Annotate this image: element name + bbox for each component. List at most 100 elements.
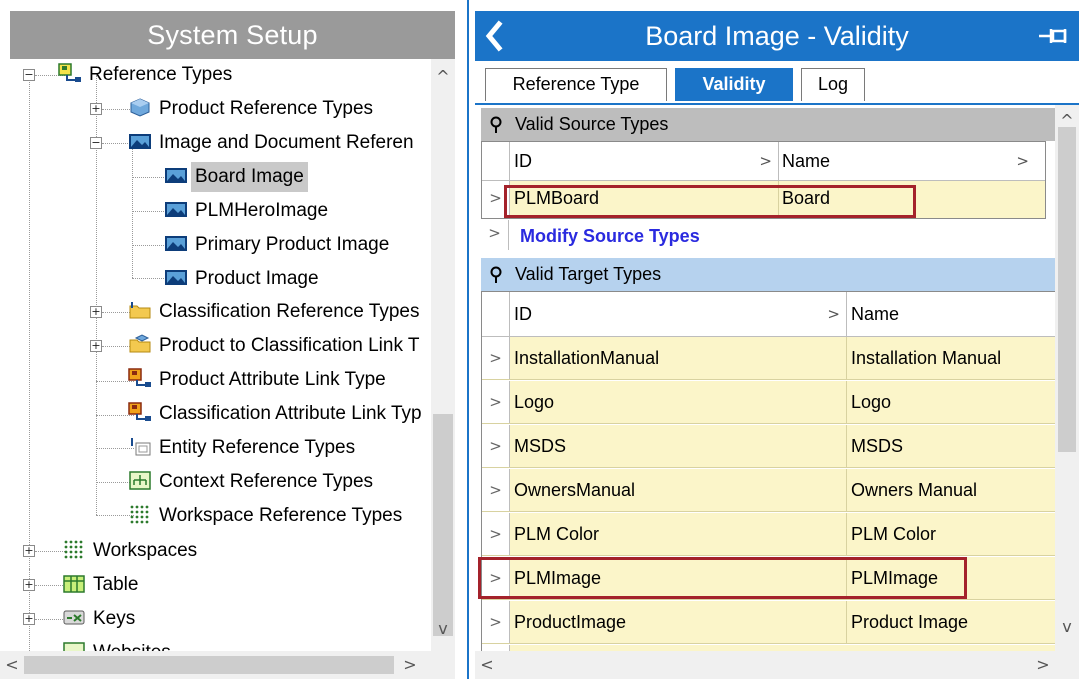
valid-source-types-header[interactable]: Valid Source Types (481, 108, 1055, 141)
row-expand-icon[interactable]: > (482, 337, 510, 379)
table-row[interactable]: > PLM Color PLM Color (482, 513, 1055, 556)
tree-item-workspaces[interactable]: Workspaces (62, 535, 201, 567)
table-row[interactable]: > OwnersManual Owners Manual (482, 469, 1055, 512)
column-header-id[interactable]: ID > (514, 142, 779, 181)
content-horizontal-scrollbar[interactable]: < > (475, 651, 1079, 679)
valid-target-types-header[interactable]: Valid Target Types (481, 258, 1055, 291)
tree-vertical-scrollbar[interactable]: ^ v (431, 59, 455, 651)
cell-id: PLM Color (514, 513, 847, 555)
tree-item-reference-types[interactable]: Reference Types (58, 59, 236, 91)
expand-workspaces-button[interactable]: + (23, 545, 35, 557)
row-expand-icon[interactable]: > (482, 513, 510, 555)
product-cube-icon (130, 98, 150, 117)
tree-item-product-attribute-link-type[interactable]: Product Attribute Link Type (128, 364, 390, 396)
scroll-right-icon[interactable]: > (398, 655, 422, 675)
cell-id: OwnersManual (514, 469, 847, 511)
collapse-reference-types-button[interactable]: − (23, 69, 35, 81)
cell-id: Logo (514, 381, 847, 423)
scroll-left-icon[interactable]: < (0, 655, 24, 675)
row-selector (482, 142, 510, 180)
scrollbar-thumb[interactable] (24, 656, 394, 674)
cell-name: Logo (851, 392, 892, 412)
tree-item-label: Classification Attribute Link Typ (159, 403, 422, 424)
system-setup-tree: − + − + + + + + Reference Types Product … (10, 59, 430, 651)
cell-name: PLM Color (851, 524, 937, 544)
column-header-name[interactable]: Name > (780, 142, 1045, 181)
row-expand-icon[interactable]: > (482, 601, 510, 643)
table-icon (63, 575, 85, 593)
link-folder-icon (129, 334, 151, 353)
tree-horizontal-scrollbar[interactable]: < > (0, 651, 455, 679)
tab-log[interactable]: Log (801, 68, 865, 101)
tree-item-context-reference-types[interactable]: Context Reference Types (128, 466, 377, 498)
row-expand-icon[interactable]: > (482, 425, 510, 467)
cell-name: Installation Manual (851, 348, 1002, 368)
tree-item-product-classification-link[interactable]: Product to Classification Link T (128, 330, 424, 362)
tree-item-label: Product to Classification Link T (159, 335, 420, 356)
table-row[interactable]: > Logo Logo (482, 381, 1055, 424)
highlight-box (478, 557, 967, 599)
tab-reference-type[interactable]: Reference Type (485, 68, 667, 101)
chevron-left-icon[interactable] (479, 18, 509, 54)
tree-item-label: Product Reference Types (159, 98, 374, 119)
scroll-down-icon[interactable]: v (431, 619, 455, 639)
column-header-name[interactable]: Name (849, 292, 1055, 337)
cell-id: MSDS (514, 425, 847, 467)
scroll-left-icon[interactable]: < (475, 655, 499, 675)
tree-item-primary-product-image[interactable]: Primary Product Image (164, 229, 393, 261)
expand-classification-reference-button[interactable]: + (90, 306, 102, 318)
tree-item-keys[interactable]: Keys (62, 603, 139, 635)
scroll-up-icon[interactable]: ^ (431, 67, 455, 87)
expand-product-reference-types-button[interactable]: + (90, 103, 102, 115)
tree-item-classification-reference-types[interactable]: Classification Reference Types (128, 296, 424, 328)
collapse-image-document-button[interactable]: − (90, 137, 102, 149)
tree-item-product-image[interactable]: Product Image (164, 263, 323, 295)
tree-item-image-document-references[interactable]: Image and Document Referen (128, 127, 418, 159)
workspace-dots-icon (130, 505, 149, 524)
expand-table-button[interactable]: + (23, 579, 35, 591)
tree-connector (132, 278, 168, 279)
cell-id: ProductImage (514, 601, 847, 643)
tree-item-websites[interactable]: Websites (62, 637, 175, 651)
tree-item-label: Classification Reference Types (159, 301, 420, 322)
pin-icon[interactable] (489, 116, 503, 134)
expand-keys-button[interactable]: + (23, 613, 35, 625)
row-expand-icon[interactable]: > (482, 469, 510, 511)
cell-name: MSDS (851, 436, 904, 456)
tree-item-table[interactable]: Table (62, 569, 142, 601)
attribute-link-icon (128, 368, 151, 387)
pane-splitter[interactable] (463, 0, 475, 679)
scroll-right-icon[interactable]: > (1031, 655, 1055, 675)
scrollbar-thumb[interactable] (433, 414, 453, 636)
entity-reference-icon (131, 437, 151, 456)
tree-item-label: Image and Document Referen (159, 132, 414, 153)
row-expand-icon[interactable]: > (482, 381, 510, 423)
tree-item-entity-reference-types[interactable]: Entity Reference Types (128, 432, 359, 464)
tree-connector (132, 245, 168, 246)
tree-item-product-reference-types[interactable]: Product Reference Types (128, 93, 377, 125)
pane-splitter-line (467, 0, 469, 679)
table-row[interactable]: > MSDS MSDS (482, 425, 1055, 468)
validity-content: Valid Source Types ID > Name > > PLMBoar… (475, 105, 1055, 651)
expand-product-classification-link-button[interactable]: + (90, 340, 102, 352)
chevron-right-icon: > (827, 305, 840, 323)
tree-item-board-image[interactable]: Board Image (164, 161, 308, 193)
system-setup-title: System Setup (10, 11, 455, 59)
column-header-id[interactable]: ID > (514, 292, 847, 337)
scroll-down-icon[interactable]: v (1055, 617, 1079, 637)
table-row[interactable]: > InstallationManual Installation Manual (482, 337, 1055, 380)
tree-item-label: Primary Product Image (195, 234, 390, 255)
tree-item-plmheroimage[interactable]: PLMHeroImage (164, 195, 332, 227)
content-vertical-scrollbar[interactable]: ^ v (1055, 105, 1079, 651)
tree-item-classification-attribute-link-type[interactable]: Classification Attribute Link Typ (128, 398, 426, 430)
pin-icon[interactable] (1037, 25, 1069, 47)
image-icon (165, 235, 187, 251)
scrollbar-thumb[interactable] (1058, 127, 1076, 452)
tree-item-workspace-reference-types[interactable]: Workspace Reference Types (128, 500, 406, 532)
table-row[interactable]: > ProductImage Product Image (482, 601, 1055, 644)
cell-id: InstallationManual (514, 337, 847, 379)
modify-source-types-link[interactable]: Modify Source Types (520, 226, 700, 247)
tab-validity[interactable]: Validity (675, 68, 793, 101)
row-expand-icon: > (481, 220, 509, 250)
pin-icon[interactable] (489, 266, 503, 284)
